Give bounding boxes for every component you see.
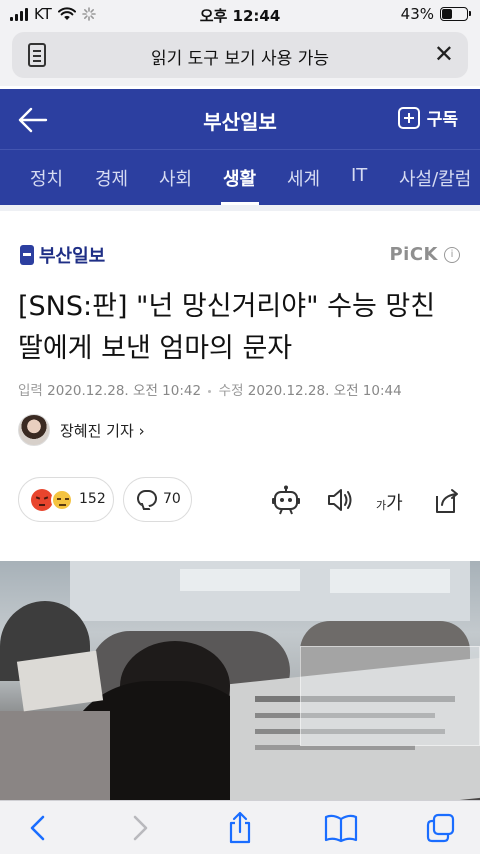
- plus-icon: [397, 106, 420, 129]
- reporter-name: 장혜진 기자 ›: [60, 421, 145, 440]
- article-dates: 입력 2020.12.28. 오전 10:42 수정 2020.12.28. 오…: [18, 379, 402, 399]
- comment-button[interactable]: 70: [123, 477, 192, 522]
- tab-society[interactable]: 사회: [159, 165, 192, 191]
- close-icon[interactable]: ✕: [434, 42, 454, 66]
- site-header: 부산일보 구독 정치 경제 사회 생활 세계 IT 사설/칼럼: [0, 89, 480, 205]
- tab-politics[interactable]: 정치: [30, 165, 63, 191]
- article-title: [SNS:판] "넌 망신거리야" 수능 망친 딸에게 보낸 엄마의 문자: [18, 291, 436, 364]
- status-bar: KT 오후 12:44 43%: [0, 0, 480, 30]
- published-label: 입력: [18, 383, 43, 399]
- browser-toolbar: [0, 800, 480, 854]
- modified-value: 2020.12.28. 오전 10:44: [247, 383, 402, 399]
- comment-count: 70: [163, 491, 181, 507]
- modified-label: 수정: [218, 383, 244, 399]
- summary-bot-icon[interactable]: [270, 485, 302, 515]
- published-value: 2020.12.28. 오전 10:42: [47, 383, 202, 399]
- publisher-name: 부산일보: [39, 246, 106, 267]
- status-right: 43%: [400, 5, 471, 23]
- pick-label: PiCK: [389, 244, 438, 265]
- battery-level-fill: [442, 9, 453, 19]
- reaction-button[interactable]: 152: [18, 477, 114, 522]
- tab-editorial[interactable]: 사설/칼럼: [399, 165, 471, 191]
- battery-icon: [440, 7, 471, 21]
- bookmarks-icon[interactable]: [323, 811, 359, 845]
- reaction-count: 152: [79, 491, 106, 507]
- forward-icon[interactable]: [128, 811, 152, 845]
- subscribe-label: 구독: [426, 110, 458, 130]
- avatar: [18, 414, 50, 446]
- share-icon[interactable]: [434, 485, 460, 515]
- share-icon[interactable]: [226, 811, 254, 845]
- reporter-link[interactable]: 장혜진 기자 ›: [18, 414, 145, 446]
- battery-percent: 43%: [400, 5, 434, 23]
- font-size-icon[interactable]: 가가: [376, 489, 403, 515]
- info-icon[interactable]: i: [444, 246, 460, 263]
- sad-emoji-icon: [51, 489, 73, 511]
- publisher-logo[interactable]: 부산일보: [20, 242, 105, 268]
- reader-bar[interactable]: 읽기 도구 보기 사용 가능 ✕: [12, 32, 468, 78]
- tab-world[interactable]: 세계: [287, 165, 320, 191]
- tabs-icon[interactable]: [425, 811, 457, 845]
- subscribe-button[interactable]: 구독: [397, 105, 458, 130]
- reader-bar-area: 읽기 도구 보기 사용 가능 ✕: [0, 30, 480, 86]
- header-separator: [0, 205, 480, 211]
- section-tabs: 정치 경제 사회 생활 세계 IT 사설/칼럼: [0, 150, 480, 205]
- back-icon[interactable]: [26, 811, 50, 845]
- tab-it[interactable]: IT: [351, 165, 367, 186]
- read-aloud-icon[interactable]: [326, 485, 354, 515]
- pick-badge[interactable]: PiCK i: [389, 244, 460, 265]
- article-photo: [0, 561, 480, 800]
- reader-bar-label[interactable]: 읽기 도구 보기 사용 가능: [12, 44, 468, 69]
- publisher-logo-icon: [20, 245, 34, 265]
- angry-emoji-icon: [31, 489, 53, 511]
- tab-life[interactable]: 생활: [223, 165, 256, 191]
- tab-economy[interactable]: 경제: [95, 165, 128, 191]
- comment-icon: [137, 490, 157, 507]
- date-separator: [208, 389, 212, 393]
